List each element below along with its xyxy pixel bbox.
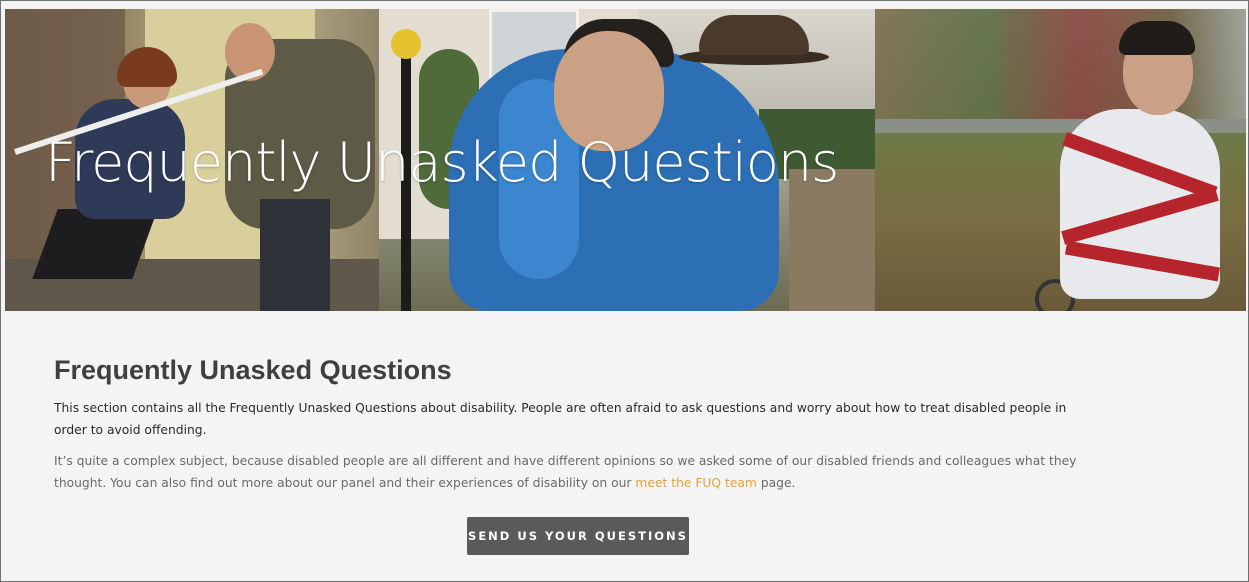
photo-hat (699, 15, 809, 55)
intro-paragraph: This section contains all the Frequently… (54, 401, 1067, 437)
hero-title: Frequently Unasked Questions (45, 131, 839, 194)
meet-team-link[interactable]: meet the FUQ team (635, 476, 757, 490)
detail-text-end: page. (756, 476, 796, 490)
send-questions-button[interactable]: SEND US YOUR QUESTIONS (467, 517, 689, 555)
photo-hair (1119, 21, 1195, 55)
detail-text: It’s quite a complex subject, because di… (54, 454, 1077, 490)
photo-man-legs (260, 199, 330, 311)
hero-banner: Frequently Unasked Questions (5, 9, 1246, 311)
content-section: Frequently Unasked Questions This sectio… (54, 353, 1094, 494)
page-frame: Frequently Unasked Questions Frequently … (0, 0, 1249, 582)
detail-paragraph: It’s quite a complex subject, because di… (54, 450, 1094, 494)
page-title: Frequently Unasked Questions (54, 355, 452, 385)
photo-lamp (391, 29, 421, 59)
